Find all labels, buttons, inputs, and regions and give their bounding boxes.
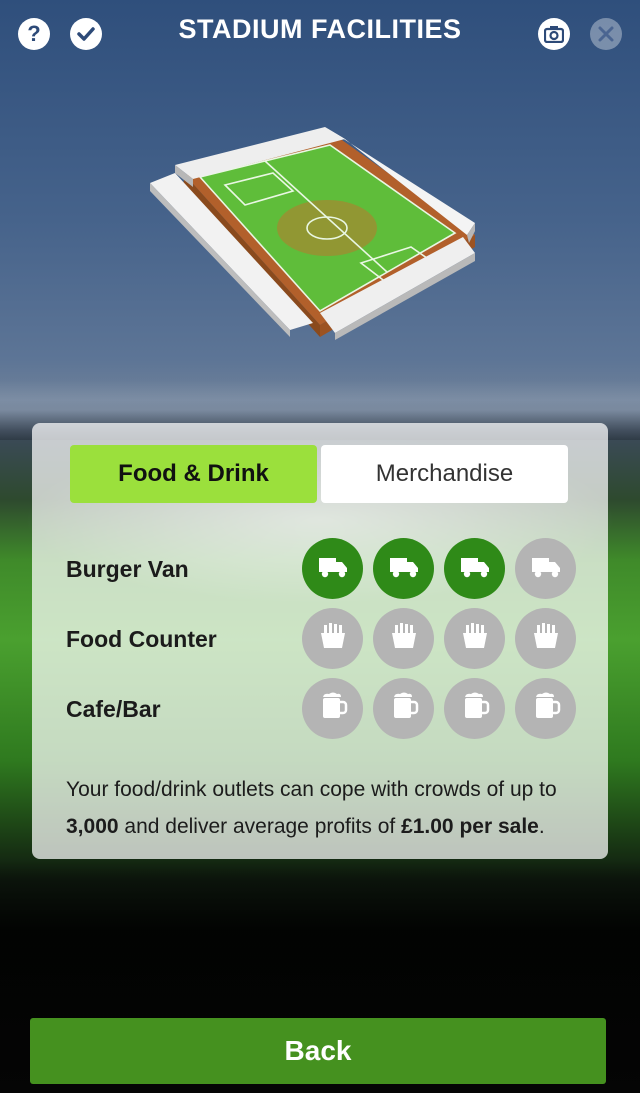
- level-2-button[interactable]: [373, 538, 434, 599]
- profit-value: £1.00 per sale: [401, 815, 539, 838]
- level-1-button[interactable]: [302, 538, 363, 599]
- truck-icon: [315, 548, 351, 589]
- tab-food-drink[interactable]: Food & Drink: [70, 445, 317, 503]
- level-3-button[interactable]: [444, 538, 505, 599]
- facility-label: Burger Van: [66, 556, 189, 582]
- level-2-button[interactable]: [373, 608, 434, 669]
- level-selector: [302, 608, 576, 669]
- beer-mug-icon: [386, 688, 422, 729]
- facilities-panel: Food & Drink Merchandise Burger Van Food…: [32, 423, 608, 859]
- fries-icon: [457, 618, 493, 659]
- fries-icon: [528, 618, 564, 659]
- truck-icon: [386, 548, 422, 589]
- capacity-description: Your food/drink outlets can cope with cr…: [66, 778, 557, 838]
- top-bar: ? STADIUM FACILITIES: [0, 0, 640, 70]
- level-selector: [302, 678, 576, 739]
- fries-icon: [315, 618, 351, 659]
- beer-mug-icon: [528, 688, 564, 729]
- truck-icon: [528, 548, 564, 589]
- level-4-button[interactable]: [515, 608, 576, 669]
- facility-label: Food Counter: [66, 626, 217, 652]
- fries-icon: [386, 618, 422, 659]
- facility-row-burger-van: Burger Van: [66, 538, 586, 600]
- level-1-button[interactable]: [302, 608, 363, 669]
- level-4-button[interactable]: [515, 678, 576, 739]
- level-1-button[interactable]: [302, 678, 363, 739]
- level-3-button[interactable]: [444, 608, 505, 669]
- category-tabs: Food & Drink Merchandise: [70, 445, 568, 503]
- back-button[interactable]: Back: [30, 1018, 606, 1084]
- beer-mug-icon: [457, 688, 493, 729]
- settings-icon[interactable]: [590, 18, 622, 50]
- camera-icon[interactable]: [538, 18, 570, 50]
- facility-row-cafe-bar: Cafe/Bar: [66, 678, 586, 740]
- truck-icon: [457, 548, 493, 589]
- beer-mug-icon: [315, 688, 351, 729]
- level-4-button[interactable]: [515, 538, 576, 599]
- tab-merchandise[interactable]: Merchandise: [321, 445, 568, 503]
- level-3-button[interactable]: [444, 678, 505, 739]
- level-selector: [302, 538, 576, 599]
- facility-row-food-counter: Food Counter: [66, 608, 586, 670]
- level-2-button[interactable]: [373, 678, 434, 739]
- stadium-model: [150, 127, 475, 340]
- facility-label: Cafe/Bar: [66, 696, 161, 722]
- capacity-value: 3,000: [66, 815, 119, 838]
